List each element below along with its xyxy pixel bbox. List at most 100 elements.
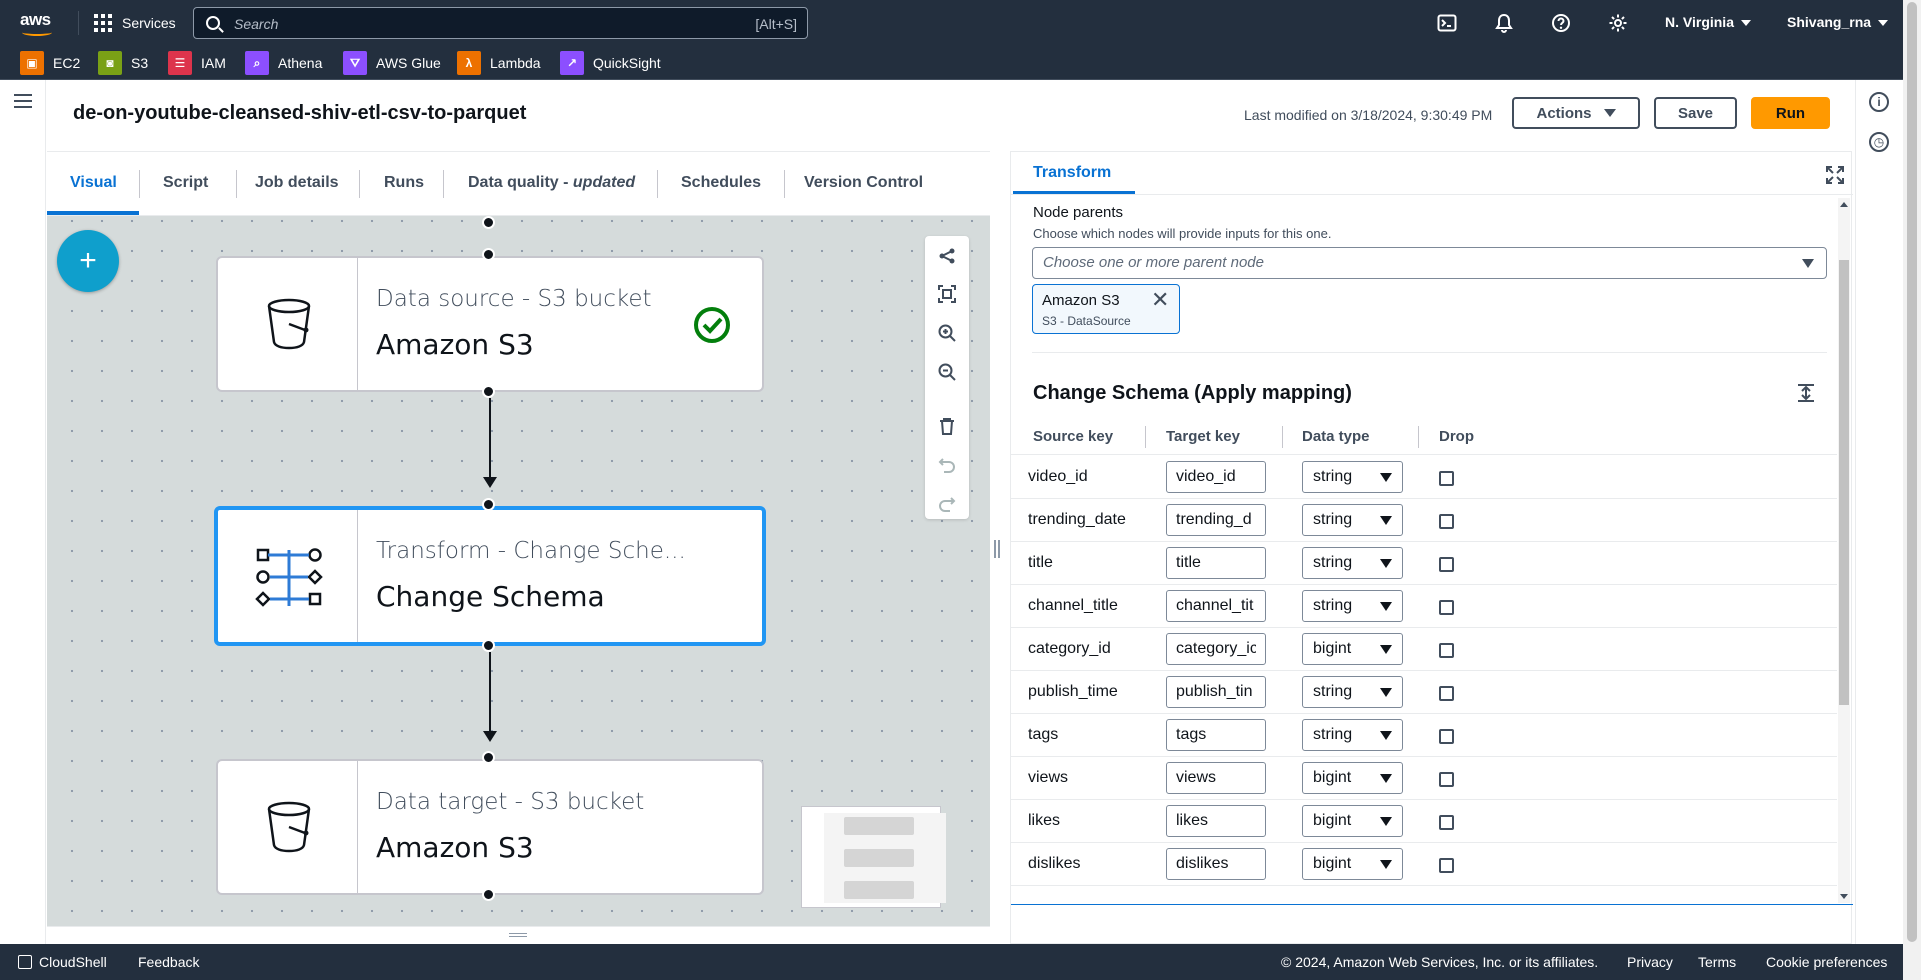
tab-job-details[interactable]: Job details — [255, 174, 339, 192]
redo-icon[interactable] — [937, 494, 957, 514]
layout-graph-icon[interactable] — [937, 246, 957, 266]
favorite-s3[interactable]: ◙ S3 — [98, 50, 148, 76]
terms-link[interactable]: Terms — [1698, 954, 1736, 970]
node-input-handle[interactable] — [482, 216, 495, 229]
node-transform-change-schema[interactable]: Transform - Change Sche... Change Schema — [214, 506, 766, 646]
drop-checkbox[interactable] — [1439, 686, 1454, 701]
drop-checkbox[interactable] — [1439, 815, 1454, 830]
remove-token-close-icon[interactable]: ✕ — [1151, 289, 1169, 311]
delete-trash-icon[interactable] — [937, 416, 957, 436]
column-header-drop: Drop — [1439, 428, 1474, 445]
save-button[interactable]: Save — [1654, 97, 1737, 129]
target-key-input[interactable] — [1166, 805, 1266, 837]
drop-checkbox[interactable] — [1439, 772, 1454, 787]
zoom-in-icon[interactable] — [937, 323, 957, 343]
tab-version-control[interactable]: Version Control — [804, 174, 923, 192]
edge-connector — [489, 398, 491, 478]
node-input-handle[interactable] — [482, 751, 495, 764]
run-button[interactable]: Run — [1751, 97, 1830, 129]
collapse-section-icon[interactable] — [1797, 384, 1815, 402]
drop-checkbox[interactable] — [1439, 643, 1454, 658]
target-key-input[interactable] — [1166, 590, 1266, 622]
node-input-handle[interactable] — [482, 248, 495, 261]
resize-grip-icon[interactable] — [509, 933, 527, 937]
target-key-input[interactable] — [1166, 848, 1266, 880]
data-type-select[interactable]: string — [1302, 461, 1403, 493]
expand-panel-icon[interactable] — [1826, 166, 1844, 184]
target-key-input[interactable] — [1166, 461, 1266, 493]
data-type-select[interactable]: bigint — [1302, 762, 1403, 794]
help-icon[interactable] — [1551, 13, 1571, 33]
panel-splitter[interactable] — [994, 540, 1002, 560]
tab-visual[interactable]: Visual — [70, 174, 117, 192]
favorite-lambda[interactable]: λ Lambda — [457, 50, 541, 76]
drop-checkbox[interactable] — [1439, 858, 1454, 873]
notifications-bell-icon[interactable] — [1494, 13, 1514, 33]
undo-icon[interactable] — [937, 455, 957, 475]
drop-checkbox[interactable] — [1439, 600, 1454, 615]
cloudshell-icon[interactable] — [1437, 13, 1457, 33]
tutorial-icon[interactable]: ◷ — [1869, 132, 1889, 152]
aws-logo[interactable]: aws — [20, 10, 58, 36]
services-menu-button[interactable]: Services — [94, 12, 176, 34]
account-menu[interactable]: Shivang_rna — [1787, 14, 1889, 30]
window-scrollbar[interactable] — [1903, 0, 1921, 980]
data-type-select[interactable]: string — [1302, 547, 1403, 579]
node-data-source-s3[interactable]: Data source - S3 bucket Amazon S3 — [216, 256, 764, 392]
tab-transform[interactable]: Transform — [1033, 164, 1111, 182]
scrollbar-thumb[interactable] — [1907, 2, 1917, 942]
drop-checkbox[interactable] — [1439, 729, 1454, 744]
tab-schedules[interactable]: Schedules — [681, 174, 761, 192]
scroll-up-icon[interactable] — [1840, 202, 1848, 207]
favorite-iam[interactable]: ☰ IAM — [168, 50, 226, 76]
node-data-target-s3[interactable]: Data target - S3 bucket Amazon S3 — [216, 759, 764, 895]
menu-hamburger-icon[interactable] — [14, 94, 32, 108]
region-selector[interactable]: N. Virginia — [1665, 14, 1751, 30]
target-key-input[interactable] — [1166, 719, 1266, 751]
favorite-quicksight[interactable]: ↗ QuickSight — [560, 50, 661, 76]
search-input[interactable]: Search [Alt+S] — [193, 7, 808, 39]
node-input-handle[interactable] — [482, 498, 495, 511]
settings-gear-icon[interactable] — [1608, 13, 1628, 33]
favorite-ec2[interactable]: ▣ EC2 — [20, 50, 80, 76]
tab-script[interactable]: Script — [163, 174, 208, 192]
drop-checkbox[interactable] — [1439, 471, 1454, 486]
node-output-handle[interactable] — [482, 385, 495, 398]
target-key-input[interactable] — [1166, 676, 1266, 708]
canvas-resize-bar[interactable] — [47, 926, 990, 944]
data-type-select[interactable]: bigint — [1302, 805, 1403, 837]
favorite-aws-glue[interactable]: ⛛ AWS Glue — [343, 50, 441, 76]
zoom-out-icon[interactable] — [937, 362, 957, 382]
actions-dropdown-button[interactable]: Actions — [1512, 97, 1640, 129]
data-type-select[interactable]: string — [1302, 590, 1403, 622]
fit-view-icon[interactable] — [937, 284, 957, 304]
data-type-select[interactable]: string — [1302, 676, 1403, 708]
privacy-link[interactable]: Privacy — [1627, 954, 1673, 970]
data-type-select[interactable]: bigint — [1302, 633, 1403, 665]
data-type-select[interactable]: string — [1302, 504, 1403, 536]
scrollbar-thumb[interactable] — [1839, 260, 1849, 705]
panel-scrollbar[interactable] — [1838, 198, 1850, 903]
info-icon[interactable]: i — [1869, 92, 1889, 112]
tab-data-quality[interactable]: Data quality - updated — [468, 174, 635, 192]
add-node-button[interactable]: + — [57, 230, 119, 292]
data-type-select[interactable]: string — [1302, 719, 1403, 751]
scroll-down-icon[interactable] — [1840, 894, 1848, 899]
cloudshell-button[interactable]: CloudShell — [18, 954, 107, 970]
tab-runs[interactable]: Runs — [384, 174, 424, 192]
target-key-input[interactable] — [1166, 633, 1266, 665]
data-type-select[interactable]: bigint — [1302, 848, 1403, 880]
target-key-input[interactable] — [1166, 504, 1266, 536]
target-key-input[interactable] — [1166, 547, 1266, 579]
target-key-input[interactable] — [1166, 762, 1266, 794]
favorite-athena[interactable]: ⌕ Athena — [245, 50, 322, 76]
feedback-link[interactable]: Feedback — [138, 954, 199, 970]
drop-checkbox[interactable] — [1439, 557, 1454, 572]
visual-editor-canvas[interactable]: + Data source - S3 bucket Amazon S3 Tran… — [47, 216, 990, 926]
node-parents-select[interactable]: Choose one or more parent node — [1032, 247, 1827, 279]
node-output-handle[interactable] — [482, 888, 495, 901]
drop-checkbox[interactable] — [1439, 514, 1454, 529]
cookie-preferences-link[interactable]: Cookie preferences — [1766, 954, 1887, 970]
canvas-minimap[interactable] — [801, 806, 946, 908]
node-output-handle[interactable] — [482, 639, 495, 652]
